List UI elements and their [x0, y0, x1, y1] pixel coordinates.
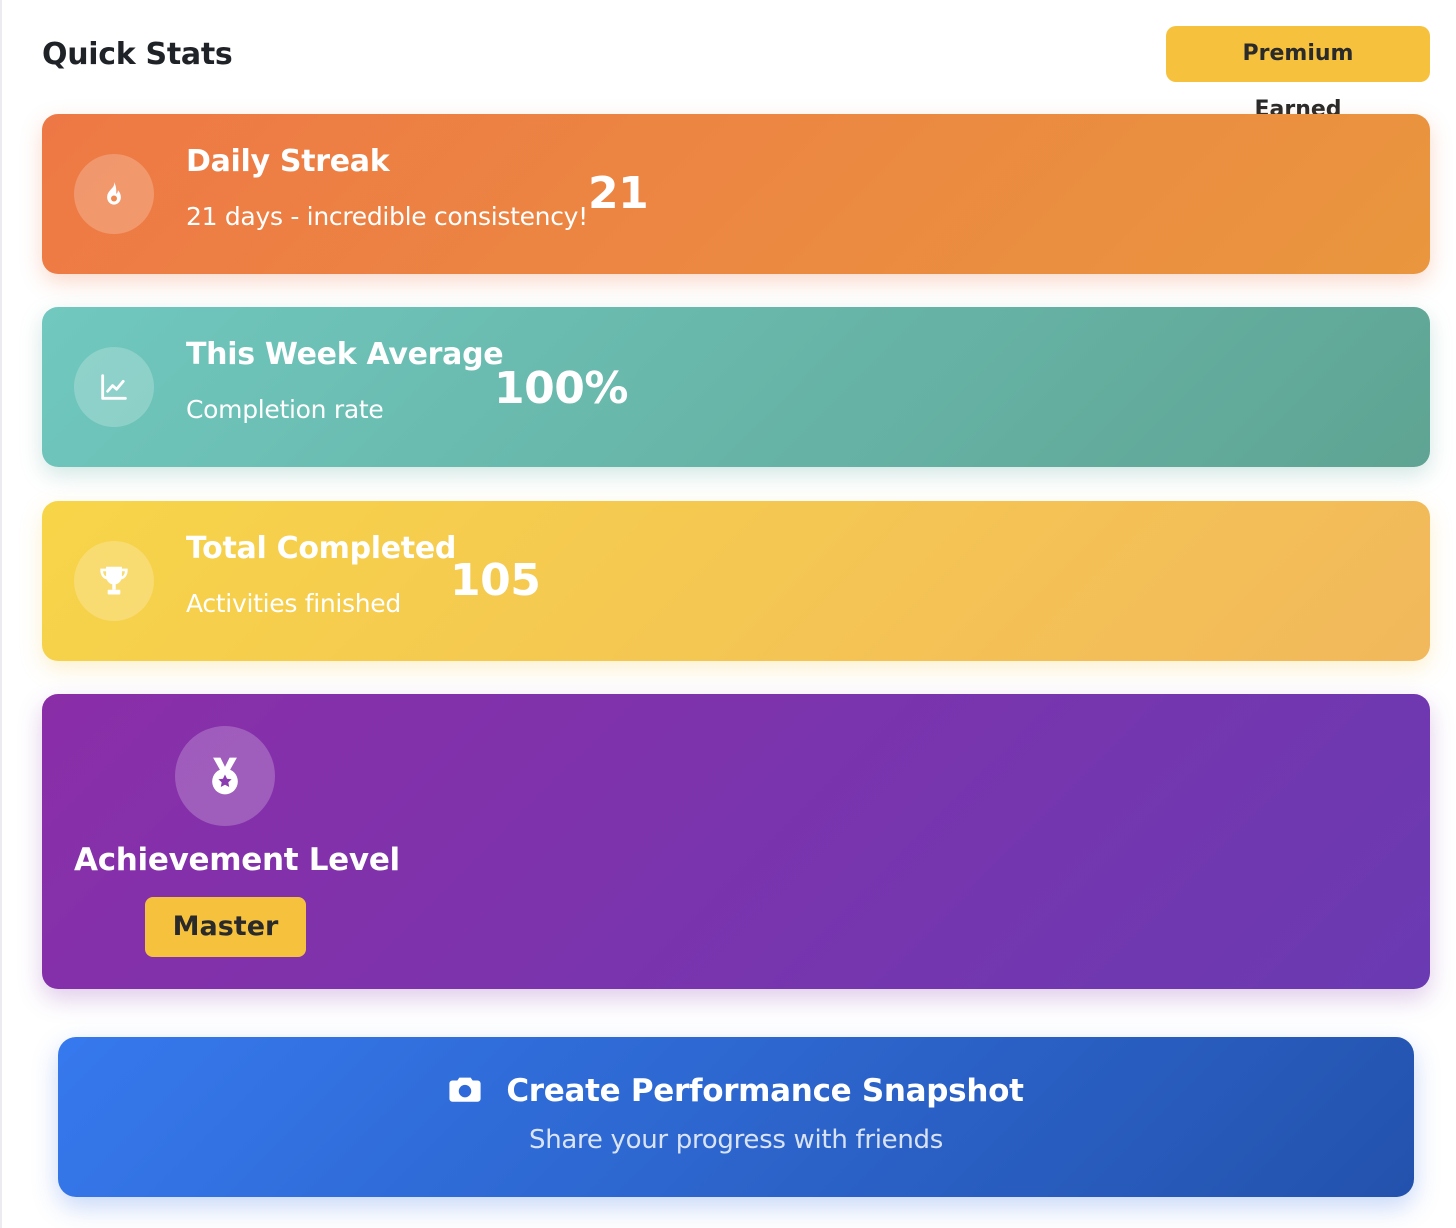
daily-streak-subtitle: 21 days - incredible consistency! [186, 202, 588, 231]
snapshot-button-header: Create Performance Snapshot [58, 1073, 1414, 1109]
total-completed-title: Total Completed [186, 531, 457, 566]
week-average-title: This Week Average [186, 337, 504, 372]
chart-line-icon [74, 347, 154, 427]
page-title: Quick Stats [42, 36, 233, 72]
week-average-subtitle: Completion rate [186, 395, 384, 424]
stat-card-daily-streak: Daily Streak 21 days - incredible consis… [42, 114, 1430, 274]
quick-stats-header: Quick Stats Premium Earned [42, 26, 1430, 122]
achievement-card: Achievement Level Master [42, 694, 1430, 989]
snapshot-button-subtitle: Share your progress with friends [529, 1125, 943, 1155]
medal-icon [175, 726, 275, 826]
total-completed-value: 105 [450, 555, 541, 606]
achievement-level-badge: Master [145, 897, 306, 957]
stat-card-total-completed: Total Completed Activities finished 105 [42, 501, 1430, 661]
stat-card-week-average: This Week Average Completion rate 100% [42, 307, 1430, 467]
camera-icon [448, 1074, 482, 1108]
daily-streak-value: 21 [588, 168, 649, 219]
fire-icon [74, 154, 154, 234]
total-completed-subtitle: Activities finished [186, 589, 401, 618]
trophy-icon [74, 541, 154, 621]
week-average-value: 100% [494, 363, 628, 414]
snapshot-button-label: Create Performance Snapshot [506, 1073, 1024, 1109]
panel-left-border [0, 0, 2, 1228]
create-snapshot-button[interactable]: Create Performance Snapshot Share your p… [58, 1037, 1414, 1197]
achievement-title: Achievement Level [74, 842, 400, 878]
premium-earned-badge: Premium Earned [1166, 26, 1430, 122]
daily-streak-title: Daily Streak [186, 144, 390, 179]
